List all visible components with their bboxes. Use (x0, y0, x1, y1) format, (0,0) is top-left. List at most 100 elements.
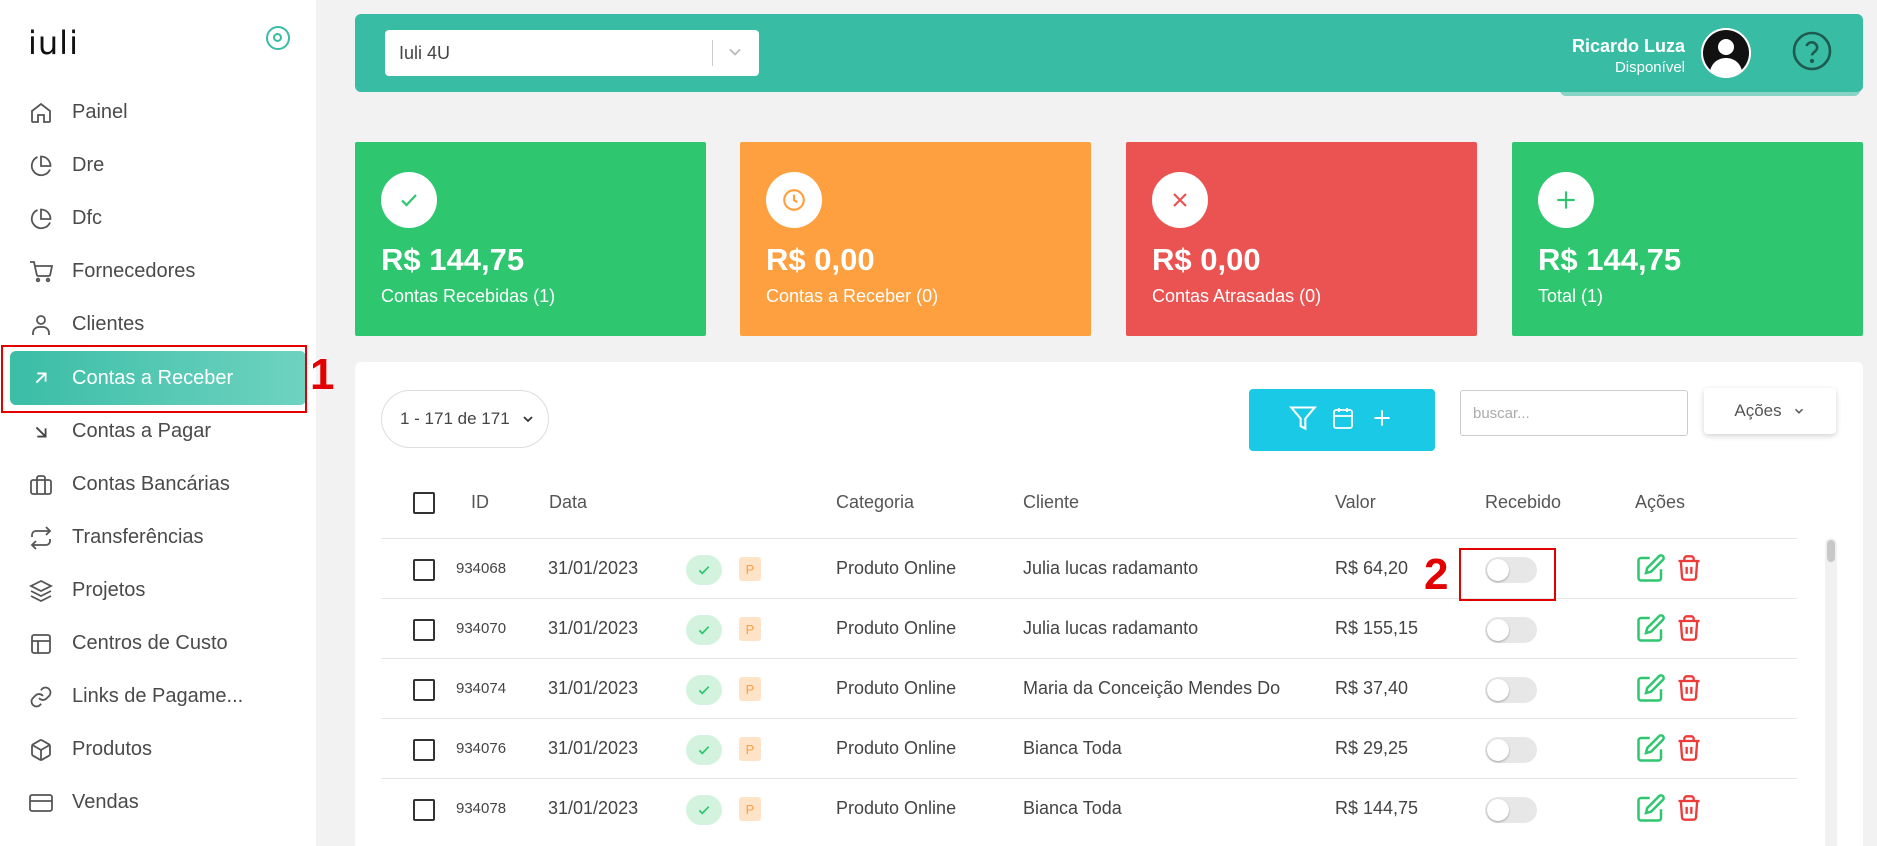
sidebar: iuli Painel Dre Dfc Fornecedores Cliente… (0, 0, 316, 846)
sidebar-item-dfc[interactable]: Dfc (0, 192, 316, 245)
layout-icon (28, 631, 54, 657)
avatar-user-icon (1701, 28, 1751, 78)
sidebar-item-clientes[interactable]: Clientes (0, 298, 316, 351)
chevron-down-icon (523, 416, 533, 423)
table-row[interactable]: 934078 31/01/2023 P Produto Online Bianc… (381, 778, 1797, 838)
status-paid-icon (686, 615, 722, 645)
table-row[interactable]: 934068 31/01/2023 P Produto Online Julia… (381, 538, 1797, 598)
sidebar-item-fornecedores[interactable]: Fornecedores (0, 245, 316, 298)
row-client: Maria da Conceição Mendes Do (1023, 678, 1281, 698)
sidebar-item-painel[interactable]: Painel (0, 86, 316, 139)
app-logo[interactable]: iuli (28, 24, 79, 62)
sidebar-item-label: Projetos (72, 579, 146, 601)
col-received[interactable]: Recebido (1485, 492, 1561, 513)
received-toggle[interactable] (1485, 737, 1537, 763)
user-name: Ricardo Luza (1571, 36, 1685, 56)
row-checkbox[interactable] (413, 679, 435, 701)
annotation-box-2 (1459, 548, 1556, 601)
received-toggle[interactable] (1485, 617, 1537, 643)
sidebar-item-vendas[interactable]: Vendas (0, 776, 316, 829)
edit-icon[interactable] (1636, 553, 1666, 588)
sidebar-item-transferencias[interactable]: Transferências (0, 511, 316, 564)
help-icon[interactable] (1791, 30, 1833, 72)
col-value[interactable]: Valor (1335, 492, 1376, 513)
card-total: R$ 144,75 Total (1) (1512, 142, 1863, 336)
sidebar-item-label: Transferências (72, 526, 204, 548)
add-icon[interactable] (1369, 405, 1395, 436)
row-checkbox[interactable] (413, 799, 435, 821)
sidebar-item-produtos[interactable]: Produtos (0, 723, 316, 776)
sidebar-item-contas-bancarias[interactable]: Contas Bancárias (0, 458, 316, 511)
user-info[interactable]: Ricardo Luza Disponível (1572, 36, 1685, 76)
row-checkbox[interactable] (413, 619, 435, 641)
row-date: 31/01/2023 (548, 678, 639, 698)
avatar[interactable] (1701, 28, 1751, 78)
edit-icon[interactable] (1636, 673, 1666, 708)
col-client[interactable]: Cliente (1023, 492, 1079, 513)
trash-icon[interactable] (1675, 553, 1703, 588)
row-date: 31/01/2023 (548, 618, 639, 638)
link-icon (28, 684, 54, 710)
trash-icon[interactable] (1675, 793, 1703, 828)
layers-icon (28, 578, 54, 604)
sidebar-item-label: Centros de Custo (72, 632, 228, 654)
table-scrollbar[interactable] (1825, 538, 1837, 846)
table-row[interactable]: 934076 31/01/2023 P Produto Online Bianc… (381, 718, 1797, 778)
row-date: 31/01/2023 (548, 798, 639, 818)
company-select[interactable]: Iuli 4U (385, 30, 759, 76)
sidebar-item-projetos[interactable]: Projetos (0, 564, 316, 617)
sidebar-nav: Painel Dre Dfc Fornecedores Clientes Con… (0, 86, 316, 829)
actions-dropdown-button[interactable]: Ações (1704, 388, 1836, 434)
status-paid-icon (686, 795, 722, 825)
row-checkbox[interactable] (413, 559, 435, 581)
row-checkbox[interactable] (413, 739, 435, 761)
card-label: Contas Atrasadas (0) (1152, 286, 1322, 306)
row-category: Produto Online (836, 618, 957, 638)
user-icon (28, 312, 54, 338)
trash-icon[interactable] (1675, 673, 1703, 708)
filter-icon[interactable] (1289, 404, 1317, 437)
card-amount: R$ 144,75 (381, 242, 525, 277)
edit-icon[interactable] (1636, 793, 1666, 828)
card-label: Contas a Receber (0) (766, 286, 939, 306)
payment-type-badge: P (739, 797, 761, 821)
row-date: 31/01/2023 (548, 558, 639, 578)
card-contas-atrasadas: R$ 0,00 Contas Atrasadas (0) (1126, 142, 1477, 336)
sidebar-item-label: Contas Bancárias (72, 473, 230, 495)
edit-icon[interactable] (1636, 733, 1666, 768)
sidebar-item-label: Dre (72, 154, 105, 176)
search-input[interactable] (1460, 390, 1688, 436)
sidebar-item-label: Dfc (72, 207, 102, 229)
col-actions: Ações (1635, 492, 1686, 512)
select-all-checkbox[interactable] (413, 492, 435, 514)
calendar-icon[interactable] (1331, 406, 1355, 435)
accounts-panel: 1 - 171 de 171 Ações ID Data Categoria C… (355, 362, 1863, 846)
col-id[interactable]: ID (471, 492, 489, 513)
row-id: 934070 (456, 620, 507, 637)
table-row[interactable]: 934074 31/01/2023 P Produto Online Maria… (381, 658, 1797, 718)
payment-type-badge: P (739, 557, 761, 581)
status-paid-icon (686, 555, 722, 585)
sidebar-item-centros-de-custo[interactable]: Centros de Custo (0, 617, 316, 670)
card-label: Total (1) (1538, 286, 1604, 306)
col-date[interactable]: Data (549, 492, 587, 513)
annotation-number-1: 1 (310, 350, 335, 399)
received-toggle[interactable] (1485, 797, 1537, 823)
arrow-down-right-icon (28, 419, 54, 445)
table-row[interactable]: 934070 31/01/2023 P Produto Online Julia… (381, 598, 1797, 658)
trash-icon[interactable] (1675, 733, 1703, 768)
trash-icon[interactable] (1675, 613, 1703, 648)
row-id: 934068 (456, 560, 507, 577)
card-contas-recebidas: R$ 144,75 Contas Recebidas (1) (355, 142, 706, 336)
sidebar-item-dre[interactable]: Dre (0, 139, 316, 192)
credit-card-icon (28, 790, 54, 816)
row-client: Bianca Toda (1023, 798, 1122, 818)
pagination-select[interactable]: 1 - 171 de 171 (381, 390, 549, 448)
row-date: 31/01/2023 (548, 738, 639, 758)
sidebar-toggle-icon[interactable] (266, 26, 290, 50)
sidebar-item-links-de-pagamento[interactable]: Links de Pagame... (0, 670, 316, 723)
received-toggle[interactable] (1485, 677, 1537, 703)
col-category[interactable]: Categoria (836, 492, 914, 513)
chevron-down-icon[interactable] (725, 42, 745, 67)
edit-icon[interactable] (1636, 613, 1666, 648)
